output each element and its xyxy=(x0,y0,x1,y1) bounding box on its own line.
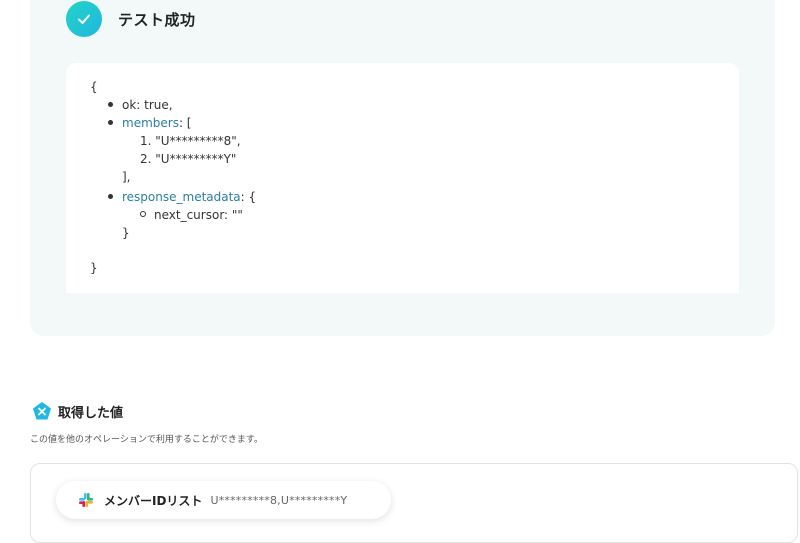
acquired-values-header: 取得した値 xyxy=(32,401,123,421)
list-bullet xyxy=(108,102,113,107)
list-bullet xyxy=(108,120,113,125)
acquired-values-title: 取得した値 xyxy=(58,405,124,421)
members-open: : [ xyxy=(178,116,192,130)
list-bullet xyxy=(108,194,113,199)
members-item: 1. "U*********8", xyxy=(140,134,241,148)
members-close: ], xyxy=(122,170,131,184)
json-ok-line: ok: true, xyxy=(122,98,173,112)
metadata-open: : { xyxy=(240,190,257,204)
value-text: U*********8,U*********Y xyxy=(210,493,348,507)
json-members-line: members: [ xyxy=(122,115,192,131)
value-label: メンバーIDリスト xyxy=(104,493,203,508)
value-pill-member-id-list[interactable]: メンバーIDリスト U*********8,U*********Y xyxy=(56,481,391,519)
json-close-brace: } xyxy=(90,261,98,275)
acquired-values-description: この値を他のオペレーションで利用することができます。 xyxy=(30,435,263,445)
json-output-box: { ok: true, members: [ 1. "U*********8",… xyxy=(66,63,739,293)
json-open-brace: { xyxy=(90,80,98,94)
members-item: 2. "U*********Y" xyxy=(140,152,237,166)
x-pentagon-icon xyxy=(33,402,51,420)
json-metadata-line: response_metadata: { xyxy=(122,189,256,205)
test-success-title: テスト成功 xyxy=(118,10,196,29)
metadata-close: } xyxy=(122,226,130,240)
test-success-header: テスト成功 xyxy=(66,1,196,37)
slack-icon xyxy=(79,493,93,507)
next-cursor-line: next_cursor: "" xyxy=(154,208,243,222)
list-ring-bullet xyxy=(140,211,146,217)
members-key: members xyxy=(122,116,179,130)
check-icon xyxy=(66,1,102,37)
metadata-key: response_metadata xyxy=(122,190,241,204)
